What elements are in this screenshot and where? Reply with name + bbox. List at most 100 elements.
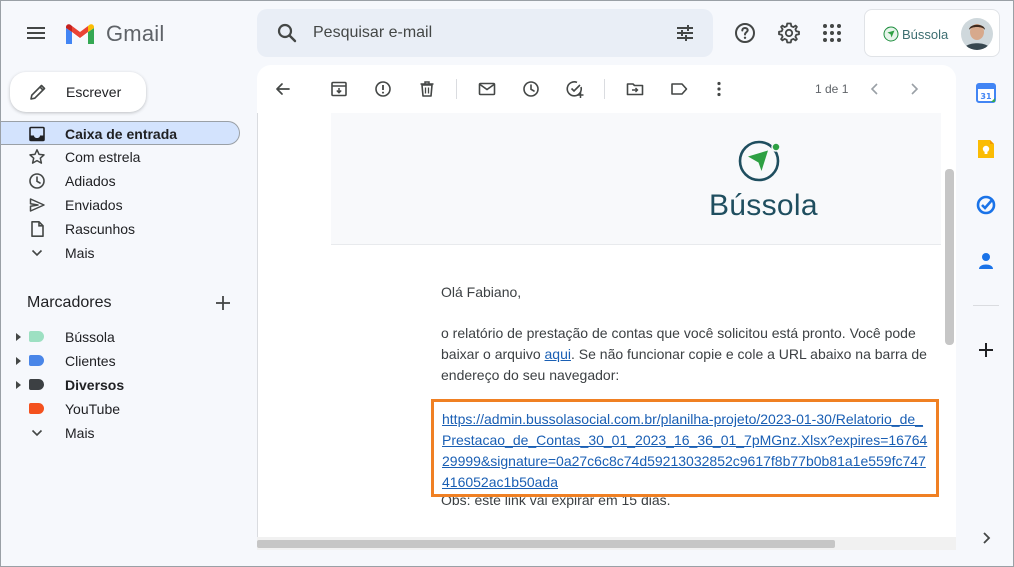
vertical-scrollbar[interactable]	[945, 169, 954, 345]
plus-icon	[216, 296, 230, 310]
compose-label: Escrever	[66, 84, 122, 100]
report-url-link[interactable]: https://admin.bussolasocial.com.br/plani…	[442, 409, 932, 493]
sidebar-item-more[interactable]: Mais	[0, 241, 240, 265]
horizontal-scrollbar[interactable]	[257, 540, 835, 548]
sidebar-item-label: Com estrela	[65, 149, 141, 165]
sidebar-item-label: Adiados	[65, 173, 116, 189]
main-menu-button[interactable]	[24, 21, 48, 45]
label-name: Diversos	[65, 377, 125, 393]
contacts-app-button[interactable]	[975, 250, 997, 272]
expand-arrow-icon[interactable]	[16, 333, 21, 341]
label-icon	[671, 83, 688, 95]
user-avatar-icon	[961, 18, 993, 50]
sidebar-item-label: Caixa de entrada	[65, 126, 178, 142]
search-input[interactable]	[313, 21, 653, 45]
label-item-youtube[interactable]: YouTube	[0, 397, 240, 421]
svg-text:31: 31	[980, 92, 992, 101]
message-toolbar: 1 de 1	[257, 65, 956, 113]
chevron-right-icon	[983, 532, 991, 544]
calendar-app-button[interactable]: 31	[975, 82, 997, 104]
draft-icon	[31, 221, 44, 237]
sidebar-item-drafts[interactable]: Rascunhos	[0, 217, 240, 241]
labels-heading: Marcadores	[27, 294, 112, 311]
add-to-tasks-button[interactable]	[565, 79, 585, 99]
get-addons-button[interactable]	[975, 339, 997, 361]
expand-arrow-icon[interactable]	[16, 357, 21, 365]
pencil-icon	[30, 84, 46, 100]
expand-arrow-icon[interactable]	[16, 381, 21, 389]
search-icon[interactable]	[275, 21, 299, 45]
chevron-down-icon	[31, 429, 43, 437]
email-paragraph: o relatório de prestação de contas que v…	[441, 323, 931, 386]
keep-icon	[978, 140, 994, 158]
label-tag-icon	[29, 331, 44, 342]
filter-options-icon[interactable]	[673, 21, 697, 45]
move-to-button[interactable]	[625, 79, 645, 99]
gmail-logo[interactable]: Gmail	[64, 20, 164, 48]
label-name: Clientes	[65, 353, 116, 369]
toolbar-divider	[456, 79, 457, 99]
label-item-bussola[interactable]: Bússola	[0, 325, 240, 349]
pagination-text: 1 de 1	[815, 82, 849, 96]
more-actions-button[interactable]	[709, 79, 729, 99]
compass-logo-icon	[738, 140, 781, 182]
label-item-clientes[interactable]: Clientes	[0, 349, 240, 373]
sidebar-item-label: Rascunhos	[65, 221, 136, 237]
tasks-icon	[976, 195, 996, 215]
toolbar-divider	[604, 79, 605, 99]
account-area[interactable]: Bússola	[864, 9, 1000, 57]
org-brand: Bússola	[883, 26, 948, 42]
star-icon	[29, 149, 45, 164]
tasks-app-button[interactable]	[975, 194, 997, 216]
show-side-panel-button[interactable]	[975, 527, 997, 549]
sidebar-item-snoozed[interactable]: Adiados	[0, 169, 240, 193]
compass-logo-icon	[883, 26, 899, 42]
report-spam-button[interactable]	[373, 79, 393, 99]
download-link[interactable]: aqui	[545, 346, 571, 362]
compose-button[interactable]: Escrever	[10, 72, 146, 112]
labels-button[interactable]	[669, 79, 689, 99]
delete-button[interactable]	[417, 79, 437, 99]
back-button[interactable]	[273, 79, 293, 99]
sidebar-item-label: Enviados	[65, 197, 123, 213]
label-item-diversos[interactable]: Diversos	[0, 373, 240, 397]
email-greeting: Olá Fabiano,	[441, 284, 522, 300]
add-task-icon	[566, 81, 584, 98]
menu-icon	[27, 27, 45, 39]
contacts-icon	[979, 253, 993, 269]
search-bar[interactable]	[257, 9, 713, 57]
highlighted-url-box: https://admin.bussolasocial.com.br/plani…	[431, 399, 939, 497]
app-name: Gmail	[106, 21, 165, 46]
add-label-button[interactable]	[214, 294, 232, 312]
sidebar-item-inbox[interactable]: Caixa de entrada	[0, 121, 240, 145]
trash-icon	[420, 81, 434, 97]
move-to-folder-icon	[626, 83, 644, 96]
calendar-icon: 31	[976, 83, 996, 103]
mark-unread-button[interactable]	[477, 79, 497, 99]
newer-button[interactable]	[865, 79, 885, 99]
label-tag-icon	[29, 403, 44, 414]
divider	[257, 113, 258, 537]
keep-app-button[interactable]	[975, 138, 997, 160]
report-icon	[375, 81, 391, 97]
gmail-m-icon	[66, 24, 94, 44]
sidebar-item-sent[interactable]: Enviados	[0, 193, 240, 217]
inbox-icon	[29, 126, 45, 142]
org-brand-name: Bússola	[902, 26, 949, 42]
chevron-left-icon	[870, 83, 878, 95]
older-button[interactable]	[904, 79, 924, 99]
labels-more[interactable]: Mais	[0, 421, 240, 445]
sidebar-item-starred[interactable]: Com estrela	[0, 145, 240, 169]
gear-icon	[778, 22, 800, 44]
avatar[interactable]	[961, 18, 993, 50]
labels-more-label: Mais	[65, 425, 95, 441]
apps-button[interactable]	[820, 21, 844, 45]
archive-button[interactable]	[329, 79, 349, 99]
send-icon	[29, 198, 45, 212]
plus-icon	[979, 343, 993, 357]
snooze-button[interactable]	[521, 79, 541, 99]
email-body: Bússola Olá Fabiano, o relatório de pres…	[257, 113, 941, 537]
apps-grid-icon	[823, 24, 841, 42]
settings-button[interactable]	[777, 21, 801, 45]
help-button[interactable]	[733, 21, 757, 45]
